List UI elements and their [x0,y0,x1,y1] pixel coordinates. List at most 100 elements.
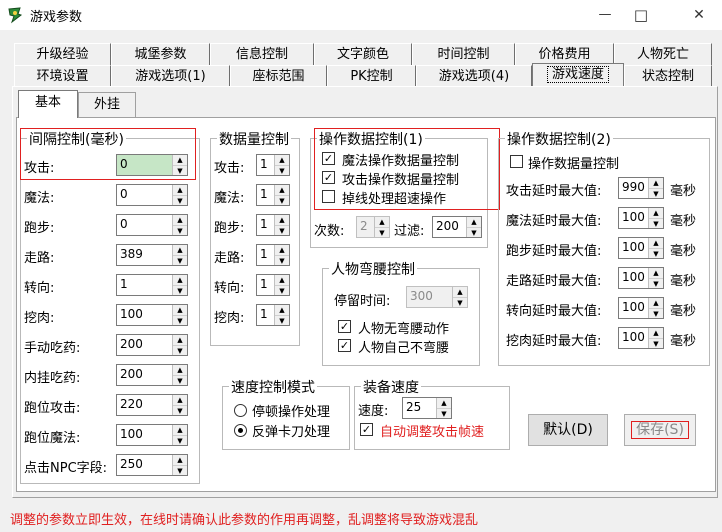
count-spin[interactable]: 1 ▲ ▼ [256,244,290,266]
interval-spin[interactable]: 220 ▲ ▼ [116,394,188,416]
maximize-button[interactable]: □ [618,0,664,30]
spin-arrows[interactable]: ▲ ▼ [466,217,481,237]
spin-arrows[interactable]: ▲ ▼ [648,328,663,348]
spin-arrows[interactable]: ▲ ▼ [274,305,289,325]
tab-price-fee[interactable]: 价格费用 [515,43,614,65]
interval-spin[interactable]: 0 ▲ ▼ [116,214,188,236]
op2-checkbox[interactable] [510,155,523,168]
spin-arrows[interactable]: ▲ ▼ [172,215,187,235]
tab-time-control[interactable]: 时间控制 [412,43,515,65]
tab-text-color[interactable]: 文字颜色 [314,43,412,65]
spin-arrows[interactable]: ▲ ▼ [274,245,289,265]
speed-spin[interactable]: 25 ▲ ▼ [402,397,452,419]
delay-spin[interactable]: 100 ▲ ▼ [618,207,664,229]
spin-arrows[interactable]: ▲ ▼ [648,268,663,288]
tab-status-control[interactable]: 状态控制 [624,65,712,87]
spin-arrows[interactable]: ▲ ▼ [172,245,187,265]
tab-info-control[interactable]: 信息控制 [210,43,314,65]
interval-spin[interactable]: 0 ▲ ▼ [116,184,188,206]
tab-character-death[interactable]: 人物死亡 [614,43,712,65]
interval-spin[interactable]: 200 ▲ ▼ [116,364,188,386]
auto-adjust-checkbox[interactable]: ✓ [360,423,373,436]
spin-up-icon: ▲ [177,186,183,194]
default-button[interactable]: 默认(D) [528,414,608,446]
bend-checkbox[interactable]: ✓ [338,320,351,333]
delay-spin[interactable]: 100 ▲ ▼ [618,267,664,289]
spin-arrows[interactable]: ▲ ▼ [374,217,389,237]
spin-arrows[interactable]: ▲ ▼ [172,155,187,175]
unit-label: 毫秒 [670,244,697,259]
radio-pause-mode[interactable] [234,404,247,417]
bend-control-title: 人物弯腰控制 [329,259,417,279]
bend-checkbox[interactable]: ✓ [338,339,351,352]
radio-rebound-mode[interactable] [234,424,247,437]
tab-game-speed[interactable]: 游戏速度 [532,63,624,87]
interval-spin[interactable]: 100 ▲ ▼ [116,424,188,446]
interval-spin[interactable]: 1 ▲ ▼ [116,274,188,296]
spin-down-icon: ▼ [649,188,663,198]
interval-spin[interactable]: 200 ▲ ▼ [116,334,188,356]
spin-arrows[interactable]: ▲ ▼ [648,238,663,258]
tab-game-options-4[interactable]: 游戏选项(4) [416,65,532,87]
delay-label: 跑步延时最大值: [506,244,602,259]
spin-arrows[interactable]: ▲ ▼ [172,455,187,475]
spin-arrows[interactable]: ▲ ▼ [648,208,663,228]
interval-label: 走路: [24,251,55,266]
spin-arrows[interactable]: ▲ ▼ [172,425,187,445]
subtab-basic[interactable]: 基本 [18,90,78,118]
spin-arrows[interactable]: ▲ ▼ [452,287,467,307]
spin-arrows[interactable]: ▲ ▼ [274,215,289,235]
count-spin[interactable]: 1 ▲ ▼ [256,304,290,326]
count-spin[interactable]: 1 ▲ ▼ [256,214,290,236]
spin-down-icon: ▼ [173,345,187,355]
spin-arrows[interactable]: ▲ ▼ [274,275,289,295]
spin-arrows[interactable]: ▲ ▼ [172,275,187,295]
spin-up-icon: ▲ [653,329,659,337]
count-spin[interactable]: 1 ▲ ▼ [256,184,290,206]
times-spin[interactable]: 2 ▲ ▼ [356,216,390,238]
radio-pause-label: 停顿操作处理 [252,405,331,420]
filter-spin[interactable]: 200 ▲ ▼ [432,216,482,238]
spin-arrows[interactable]: ▲ ▼ [648,178,663,198]
spin-arrows[interactable]: ▲ ▼ [172,185,187,205]
delay-spin[interactable]: 100 ▲ ▼ [618,237,664,259]
tab-pk-control[interactable]: PK控制 [327,65,416,87]
subtab-plugin[interactable]: 外挂 [78,92,136,118]
spin-up-icon: ▲ [279,306,285,314]
interval-spin[interactable]: 250 ▲ ▼ [116,454,188,476]
tab-game-options-1[interactable]: 游戏选项(1) [111,65,230,87]
op1-checkbox[interactable]: ✓ [322,171,335,184]
spin-arrows[interactable]: ▲ ▼ [172,335,187,355]
save-button[interactable]: 保存(S) [624,414,696,446]
close-button[interactable]: ✕ [676,0,722,30]
delay-spin[interactable]: 100 ▲ ▼ [618,327,664,349]
spin-arrows[interactable]: ▲ ▼ [172,365,187,385]
interval-spin[interactable]: 0 ▲ ▼ [116,154,188,176]
spin-down-icon: ▼ [275,315,289,325]
count-spin[interactable]: 1 ▲ ▼ [256,274,290,296]
filter-label: 过滤: [394,224,425,239]
spin-arrows[interactable]: ▲ ▼ [648,298,663,318]
spin-down-icon: ▼ [467,227,481,237]
delay-spin[interactable]: 990 ▲ ▼ [618,177,664,199]
tab-environment[interactable]: 环境设置 [14,65,111,87]
spin-up-icon: ▲ [177,216,183,224]
radio-rebound-label: 反弹卡刀处理 [252,425,331,440]
stay-time-spin[interactable]: 300 ▲ ▼ [406,286,468,308]
spin-up-icon: ▲ [177,276,183,284]
interval-spin[interactable]: 100 ▲ ▼ [116,304,188,326]
tab-coordinate-range[interactable]: 座标范围 [230,65,327,87]
spin-arrows[interactable]: ▲ ▼ [274,185,289,205]
count-spin[interactable]: 1 ▲ ▼ [256,154,290,176]
op1-checkbox[interactable] [322,190,335,203]
spin-arrows[interactable]: ▲ ▼ [172,305,187,325]
delay-spin[interactable]: 100 ▲ ▼ [618,297,664,319]
spin-arrows[interactable]: ▲ ▼ [172,395,187,415]
op1-checkbox[interactable]: ✓ [322,152,335,165]
spin-arrows[interactable]: ▲ ▼ [274,155,289,175]
interval-spin[interactable]: 389 ▲ ▼ [116,244,188,266]
count-label: 转向: [214,281,245,296]
tab-castle-params[interactable]: 城堡参数 [111,43,210,65]
tab-level-exp[interactable]: 升级经验 [14,43,111,65]
spin-down-icon: ▼ [649,278,663,288]
